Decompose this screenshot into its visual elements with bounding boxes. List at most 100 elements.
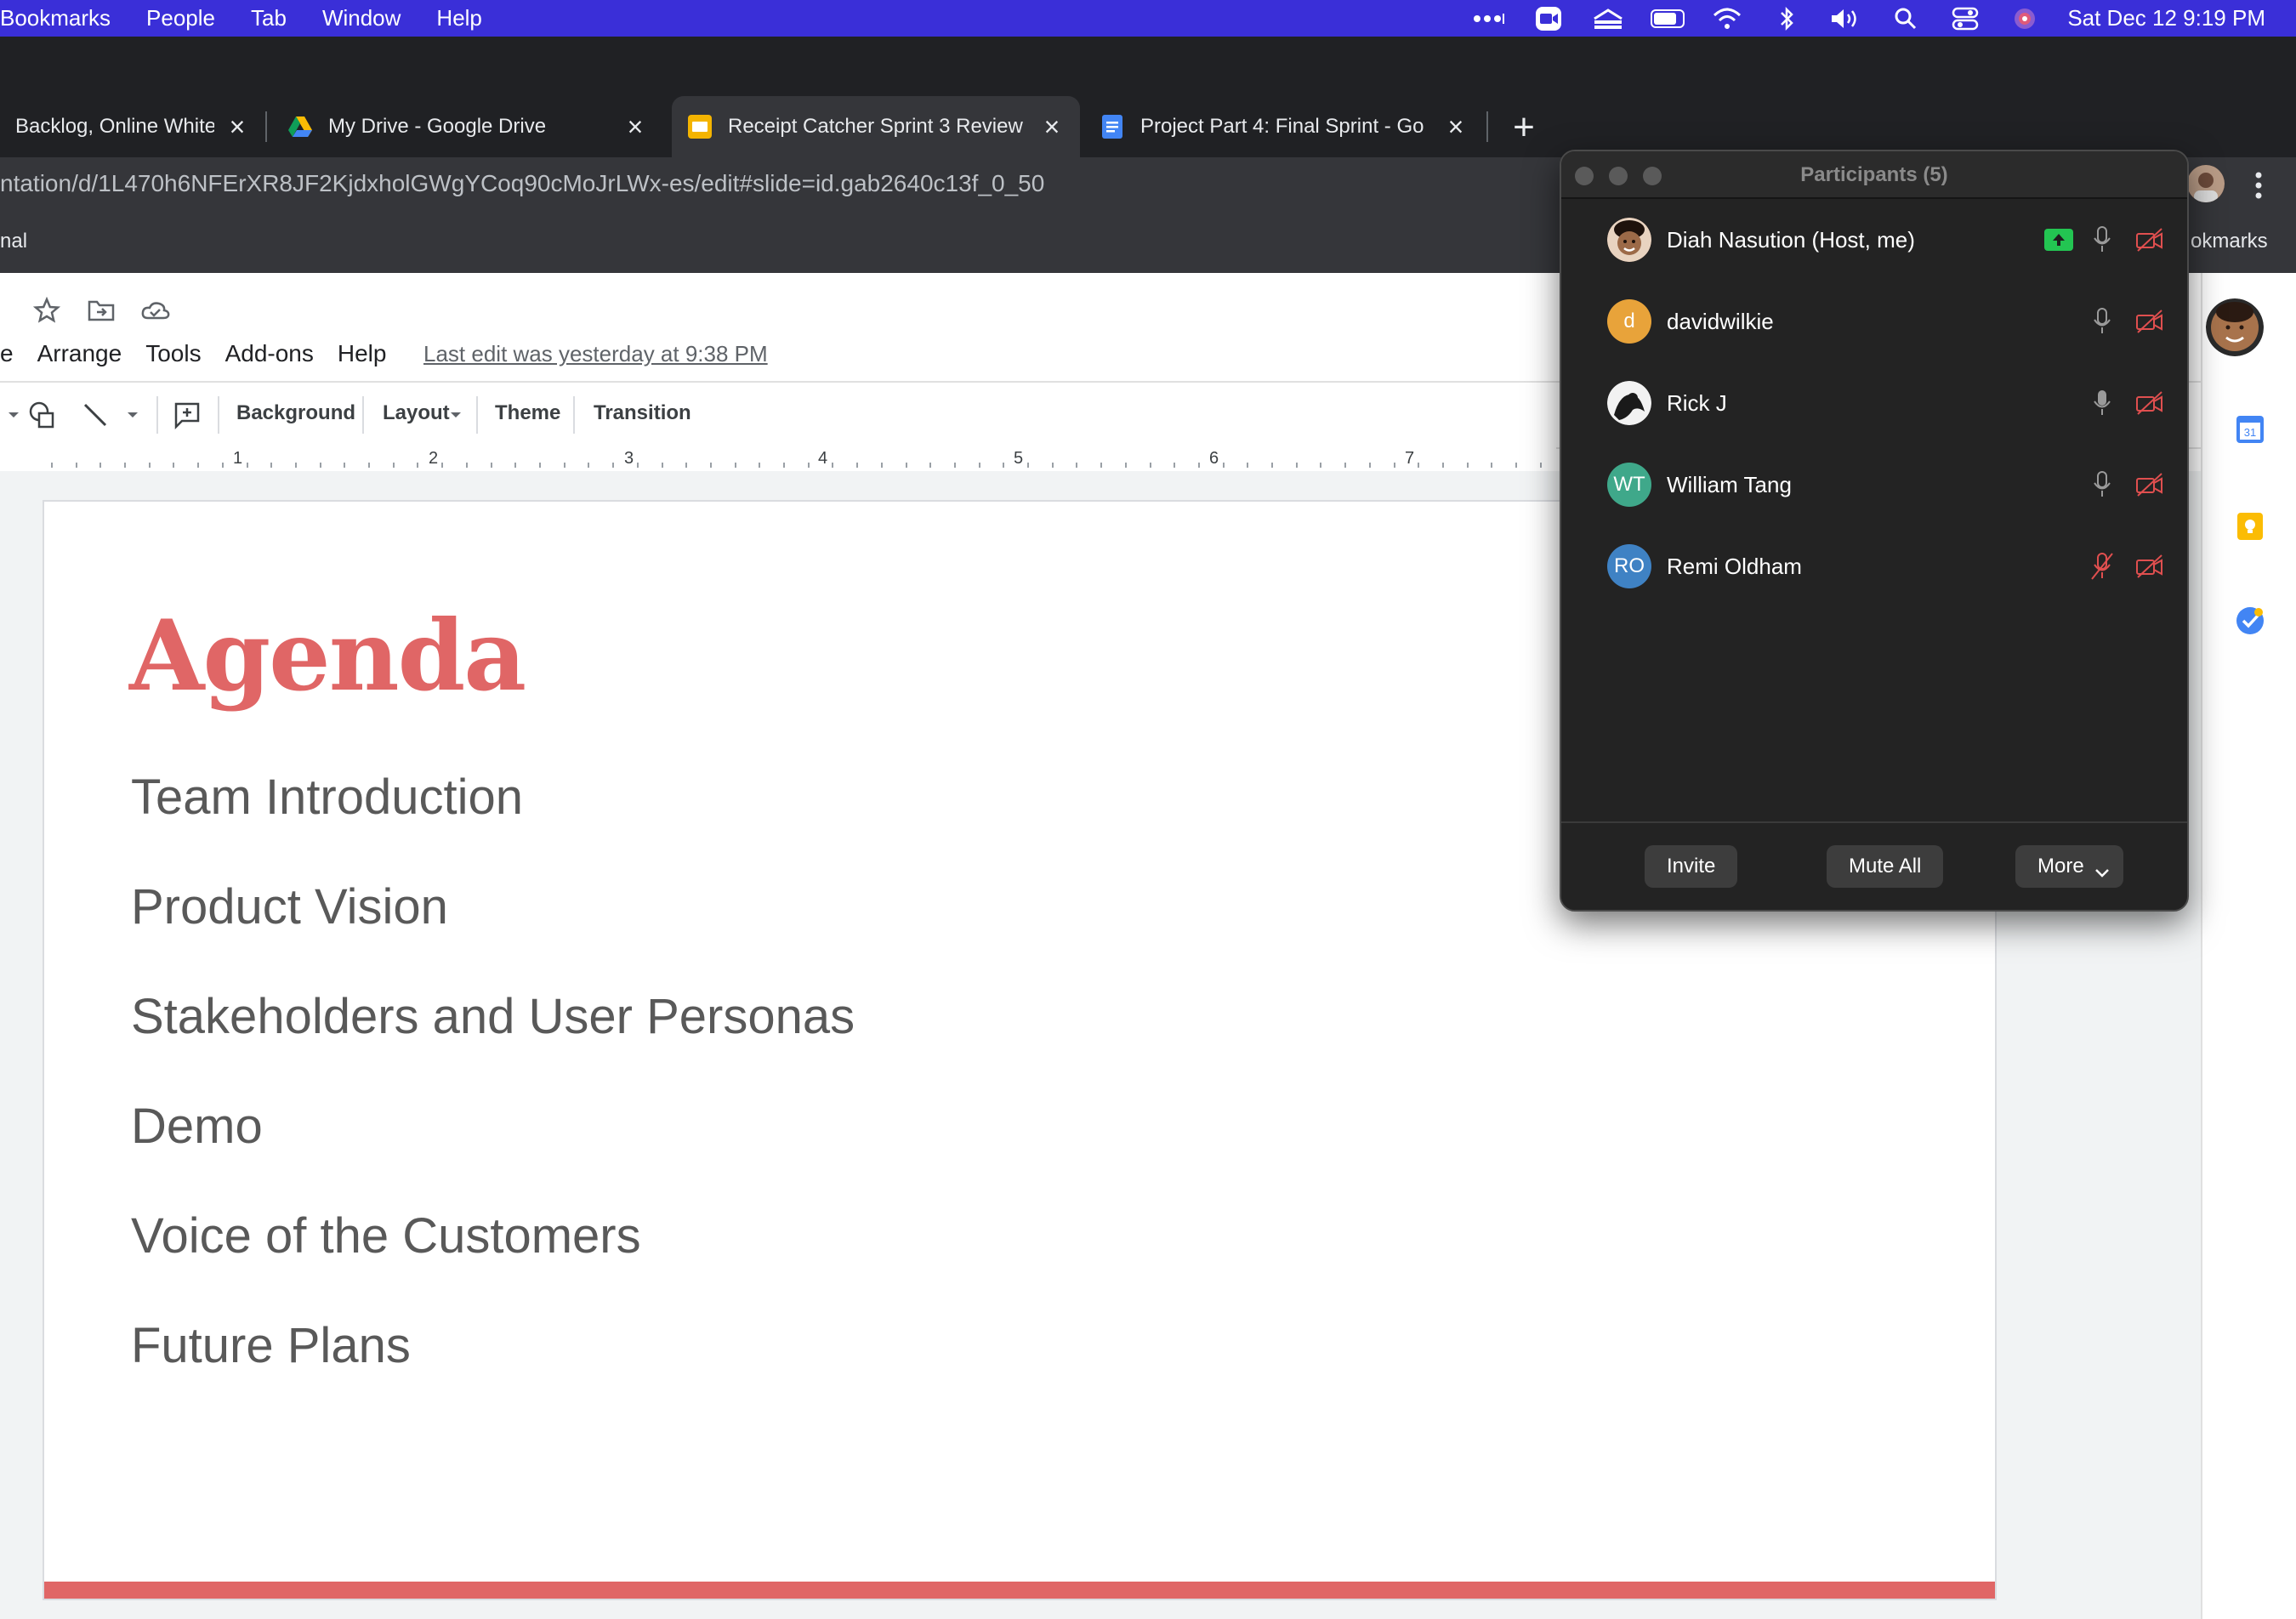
- microphone-icon[interactable]: [2089, 304, 2116, 338]
- menu-help[interactable]: Help: [436, 5, 481, 31]
- video-off-icon[interactable]: [2133, 386, 2167, 420]
- close-icon[interactable]: ×: [622, 111, 648, 142]
- menu-window[interactable]: Window: [322, 5, 401, 31]
- avatar: WT: [1607, 463, 1651, 507]
- tab-receipt-catcher[interactable]: Receipt Catcher Sprint 3 Review ×: [672, 96, 1080, 157]
- ruler-tick: [1076, 463, 1077, 468]
- last-edit-link[interactable]: Last edit was yesterday at 9:38 PM: [423, 341, 768, 367]
- more-button[interactable]: More: [2015, 845, 2123, 888]
- menu-clock[interactable]: Sat Dec 12 9:19 PM: [2067, 5, 2265, 31]
- participant-row[interactable]: WT William Tang: [1561, 444, 2187, 525]
- participant-row[interactable]: Diah Nasution (Host, me): [1561, 199, 2187, 281]
- microphone-icon[interactable]: [2089, 386, 2116, 420]
- menu-tools[interactable]: Tools: [145, 340, 201, 367]
- star-icon[interactable]: [31, 294, 63, 327]
- menu-help[interactable]: Help: [338, 340, 387, 367]
- video-off-icon[interactable]: [2133, 468, 2167, 502]
- dots-icon[interactable]: [1472, 6, 1506, 31]
- participant-row[interactable]: d davidwilkie: [1561, 281, 2187, 362]
- siri-icon[interactable]: [2008, 6, 2042, 31]
- background-button[interactable]: Background: [236, 401, 355, 425]
- wifi-icon[interactable]: [1710, 6, 1744, 31]
- menu-arrange[interactable]: Arrange: [37, 340, 122, 367]
- zoom-titlebar[interactable]: Participants (5): [1561, 151, 2187, 199]
- video-off-icon[interactable]: [2133, 304, 2167, 338]
- ruler-tick: [710, 463, 712, 468]
- control-center-icon[interactable]: [1948, 6, 1982, 31]
- transition-button[interactable]: Transition: [594, 401, 691, 425]
- toolbar-divider: [362, 396, 364, 434]
- ruler-tick: [906, 463, 907, 468]
- menu-people[interactable]: People: [146, 5, 215, 31]
- ruler-tick: [320, 463, 321, 468]
- video-off-icon[interactable]: [2133, 223, 2167, 257]
- ruler-tick: [588, 463, 589, 468]
- agenda-item[interactable]: Demo: [131, 1098, 263, 1155]
- agenda-item[interactable]: Product Vision: [131, 878, 448, 935]
- tab-project-part-4[interactable]: Project Part 4: Final Sprint - Go ×: [1084, 96, 1484, 157]
- ruler-tick: [51, 463, 53, 468]
- mute-all-button[interactable]: Mute All: [1827, 845, 1944, 888]
- ruler-tick: [247, 463, 248, 468]
- battery-icon[interactable]: [1651, 6, 1685, 31]
- menu-partial[interactable]: e: [0, 340, 14, 367]
- ruler-tick: [222, 463, 224, 468]
- google-keep-icon[interactable]: [2233, 509, 2267, 543]
- close-icon[interactable]: ×: [224, 111, 250, 142]
- chevron-down-icon[interactable]: [116, 396, 150, 434]
- close-icon[interactable]: ×: [1443, 111, 1469, 142]
- ruler-tick: [954, 463, 956, 468]
- zoom-icon[interactable]: [1532, 6, 1566, 31]
- menu-tab[interactable]: Tab: [251, 5, 287, 31]
- tab-google-drive[interactable]: My Drive - Google Drive ×: [272, 96, 663, 157]
- chrome-menu-icon[interactable]: [2250, 170, 2267, 201]
- shape-icon[interactable]: [26, 396, 60, 434]
- google-tasks-icon[interactable]: [2233, 604, 2267, 638]
- ruler-tick: [295, 463, 297, 468]
- bookmark-item[interactable]: nal: [0, 230, 27, 253]
- account-avatar[interactable]: [2206, 298, 2264, 356]
- cloud-saved-icon[interactable]: [139, 294, 172, 327]
- ruler-tick: [99, 463, 101, 468]
- google-calendar-icon[interactable]: 31: [2233, 412, 2267, 446]
- bluetooth-icon[interactable]: [1770, 6, 1804, 31]
- menu-bookmarks[interactable]: Bookmarks: [0, 5, 111, 31]
- ruler-tick: [514, 463, 516, 468]
- slide-title[interactable]: Agenda: [129, 599, 526, 713]
- microphone-muted-icon[interactable]: [2089, 549, 2116, 583]
- chevron-down-icon[interactable]: [439, 396, 473, 434]
- other-bookmarks[interactable]: okmarks: [2191, 230, 2268, 253]
- ruler-number: 3: [624, 449, 634, 468]
- profile-avatar[interactable]: [2187, 165, 2225, 202]
- zoom-participants-window: Participants (5) Diah Nasution (Host, me…: [1560, 150, 2189, 912]
- ruler-tick: [735, 463, 736, 468]
- ruler-tick: [1100, 463, 1102, 468]
- theme-button[interactable]: Theme: [495, 401, 560, 425]
- add-comment-icon[interactable]: [170, 396, 204, 434]
- participant-row[interactable]: RO Remi Oldham: [1561, 525, 2187, 607]
- new-tab-button[interactable]: +: [1505, 106, 1543, 148]
- tab-backlog[interactable]: Backlog, Online Whitel ×: [0, 96, 265, 157]
- line-icon[interactable]: [78, 396, 112, 434]
- volume-icon[interactable]: [1829, 6, 1863, 31]
- close-icon[interactable]: ×: [1039, 111, 1065, 142]
- agenda-item[interactable]: Voice of the Customers: [131, 1207, 641, 1264]
- agenda-item[interactable]: Stakeholders and User Personas: [131, 988, 855, 1045]
- agenda-item[interactable]: Team Introduction: [131, 769, 523, 826]
- stack-icon[interactable]: [1591, 6, 1625, 31]
- chevron-down-icon: [2094, 861, 2110, 884]
- address-bar-url[interactable]: ntation/d/1L470h6NFErXR8JF2KjdxholGWgYCo…: [0, 170, 1044, 197]
- participant-row[interactable]: Rick J: [1561, 362, 2187, 444]
- microphone-icon[interactable]: [2089, 223, 2116, 257]
- invite-button[interactable]: Invite: [1645, 845, 1738, 888]
- menu-add-ons[interactable]: Add-ons: [225, 340, 314, 367]
- google-drive-icon: [287, 114, 313, 139]
- participant-name: William Tang: [1667, 471, 1792, 497]
- move-folder-icon[interactable]: [85, 294, 117, 327]
- search-icon[interactable]: [1889, 6, 1923, 31]
- agenda-item[interactable]: Future Plans: [131, 1317, 411, 1374]
- ruler-tick: [1296, 463, 1298, 468]
- ruler-tick: [1125, 463, 1127, 468]
- microphone-icon[interactable]: [2089, 468, 2116, 502]
- video-off-icon[interactable]: [2133, 549, 2167, 583]
